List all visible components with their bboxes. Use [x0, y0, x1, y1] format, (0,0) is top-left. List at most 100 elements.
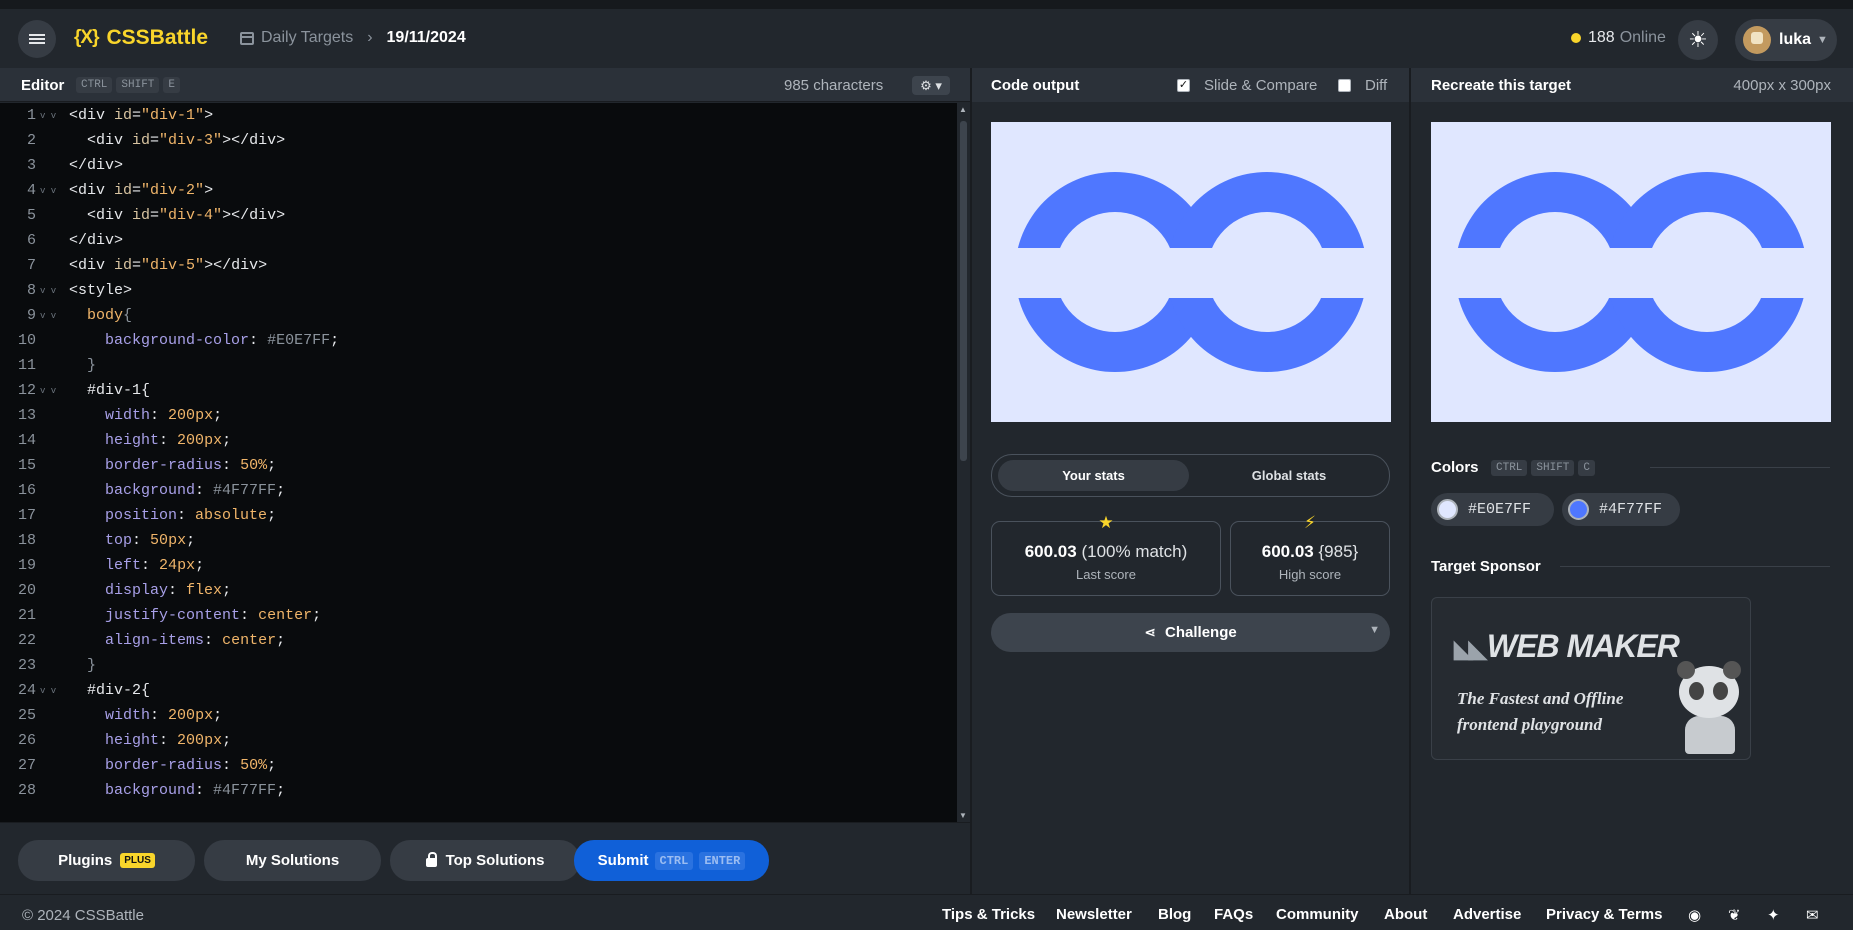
footer-link-tips[interactable]: Tips & Tricks	[942, 906, 1035, 923]
fold-arrow-icon[interactable]: v v	[40, 379, 56, 404]
panel-divider[interactable]	[970, 68, 972, 894]
chevron-right-icon: ›	[367, 29, 373, 46]
fold-arrow-icon[interactable]: v v	[40, 104, 56, 129]
code-line[interactable]: 14 height: 200px;	[0, 428, 957, 453]
tab-global-stats[interactable]: Global stats	[1193, 460, 1385, 491]
fold-arrow-icon[interactable]: v v	[40, 679, 56, 704]
footer-link-faqs[interactable]: FAQs	[1214, 906, 1253, 923]
line-number: 5	[26, 207, 36, 224]
code-text: width: 200px;	[105, 407, 223, 424]
footer-link-newsletter[interactable]: Newsletter	[1056, 906, 1132, 923]
discord-icon[interactable]: ◉	[1688, 906, 1701, 924]
code-line[interactable]: 20 display: flex;	[0, 578, 957, 603]
code-line[interactable]: 22 align-items: center;	[0, 628, 957, 653]
code-line[interactable]: 28 background: #4F77FF;	[0, 778, 957, 803]
code-line[interactable]: 3 </div>	[0, 153, 957, 178]
line-number: 20	[17, 582, 36, 599]
code-line[interactable]: 9v v body{	[0, 303, 957, 328]
code-line[interactable]: 13 width: 200px;	[0, 403, 957, 428]
high-score-label: High score	[1278, 567, 1342, 582]
my-solutions-button[interactable]: My Solutions	[204, 840, 381, 881]
hamburger-icon	[29, 32, 45, 46]
editor-scrollbar[interactable]: ▲ ▼	[958, 103, 970, 822]
top-solutions-button[interactable]: Top Solutions	[390, 840, 580, 881]
code-line[interactable]: 6 </div>	[0, 228, 957, 253]
code-line[interactable]: 25 width: 200px;	[0, 703, 957, 728]
tab-your-stats[interactable]: Your stats	[998, 460, 1189, 491]
colors-shortcut: CTRL SHIFT C	[1487, 459, 1596, 477]
code-line[interactable]: 16 background: #4F77FF;	[0, 478, 957, 503]
code-text: background-color: #E0E7FF;	[105, 332, 340, 349]
footer-link-privacy[interactable]: Privacy & Terms	[1546, 906, 1662, 923]
target-image[interactable]	[1431, 122, 1831, 422]
scroll-down-icon[interactable]: ▼	[959, 811, 967, 820]
breadcrumb-daily-targets[interactable]: Daily Targets	[261, 29, 353, 47]
code-line[interactable]: 7 <div id="div-5"></div>	[0, 253, 957, 278]
bluesky-icon[interactable]: ❦	[1728, 906, 1741, 924]
line-number: 6	[26, 232, 36, 249]
code-line[interactable]: 24 v v #div-2{	[0, 678, 957, 703]
twitter-icon[interactable]: ✦	[1767, 906, 1780, 924]
top-strip	[0, 0, 1853, 9]
diff-label[interactable]: Diff	[1365, 77, 1387, 94]
section-divider	[1650, 467, 1830, 468]
scrollbar-thumb[interactable]	[960, 121, 967, 461]
slide-compare-checkbox[interactable]: ✓	[1177, 79, 1190, 92]
code-line[interactable]: 27 border-radius: 50%;	[0, 753, 957, 778]
middle-band	[991, 248, 1391, 298]
code-line[interactable]: 26 height: 200px;	[0, 728, 957, 753]
sun-icon: ☀	[1688, 27, 1708, 52]
diff-checkbox[interactable]	[1338, 79, 1351, 92]
fold-arrow-icon[interactable]: v v	[40, 304, 56, 329]
online-label: Online	[1619, 29, 1666, 46]
code-line[interactable]: 12 v v #div-1{	[0, 378, 957, 403]
code-line[interactable]: 8v v <style>	[0, 278, 957, 303]
code-line[interactable]: 19 left: 24px;	[0, 553, 957, 578]
high-score: 600.03	[1261, 542, 1314, 561]
fold-arrow-icon[interactable]: v v	[40, 179, 56, 204]
sponsor-name: WEB MAKER	[1486, 628, 1680, 664]
user-menu-button[interactable]: luka ▼	[1735, 19, 1837, 61]
scroll-up-icon[interactable]: ▲	[959, 105, 967, 114]
code-line[interactable]: 1v v <div id="div-1">	[0, 103, 957, 128]
gear-icon: ⚙ ▾	[920, 77, 942, 93]
code-line[interactable]: 21 justify-content: center;	[0, 603, 957, 628]
kbd-key: ENTER	[699, 851, 746, 870]
panel-divider[interactable]	[1409, 68, 1411, 894]
sponsor-banner[interactable]: ◣◣ WEB MAKER The Fastest and Offline fron…	[1431, 597, 1751, 760]
code-text: height: 200px;	[105, 732, 232, 749]
code-line[interactable]: 17 position: absolute;	[0, 503, 957, 528]
code-line[interactable]: 4v v <div id="div-2">	[0, 178, 957, 203]
code-line[interactable]: 15 border-radius: 50%;	[0, 453, 957, 478]
submit-button[interactable]: Submit CTRL ENTER	[574, 840, 769, 881]
code-editor[interactable]: 1v v <div id="div-1"> 2 <div id="div-3"></…	[0, 103, 957, 822]
plugins-button[interactable]: Plugins PLUS	[18, 840, 195, 881]
footer-link-blog[interactable]: Blog	[1158, 906, 1191, 923]
fold-arrow-icon[interactable]: v v	[40, 279, 56, 304]
code-line[interactable]: 23 }	[0, 653, 957, 678]
mail-icon[interactable]: ✉	[1806, 906, 1819, 924]
code-line[interactable]: 18 top: 50px;	[0, 528, 957, 553]
footer-link-community[interactable]: Community	[1276, 906, 1359, 923]
code-line[interactable]: 11 }	[0, 353, 957, 378]
theme-toggle-button[interactable]: ☀	[1678, 20, 1718, 60]
slide-compare-label[interactable]: Slide & Compare	[1204, 77, 1317, 94]
code-output-canvas[interactable]	[991, 122, 1391, 422]
chevron-down-icon: ▼	[1817, 34, 1828, 46]
menu-button[interactable]	[18, 20, 56, 58]
cssbattle-logo[interactable]: {X} CSSBattle	[74, 26, 208, 50]
chevron-down-icon[interactable]: ▼	[1369, 624, 1380, 636]
panda-mascot-icon	[1673, 658, 1743, 754]
kbd-key: CTRL	[654, 851, 694, 870]
color-chip[interactable]: #E0E7FF	[1431, 493, 1554, 526]
share-icon: ⋖	[1144, 624, 1157, 640]
footer-link-advertise[interactable]: Advertise	[1453, 906, 1521, 923]
challenge-button[interactable]: ⋖ Challenge ▼	[991, 613, 1390, 652]
line-number: 15	[17, 457, 36, 474]
code-line[interactable]: 10 background-color: #E0E7FF;	[0, 328, 957, 353]
editor-settings-button[interactable]: ⚙ ▾	[912, 76, 950, 95]
footer-link-about[interactable]: About	[1384, 906, 1427, 923]
code-line[interactable]: 5 <div id="div-4"></div>	[0, 203, 957, 228]
color-chip[interactable]: #4F77FF	[1562, 493, 1680, 526]
code-line[interactable]: 2 <div id="div-3"></div>	[0, 128, 957, 153]
